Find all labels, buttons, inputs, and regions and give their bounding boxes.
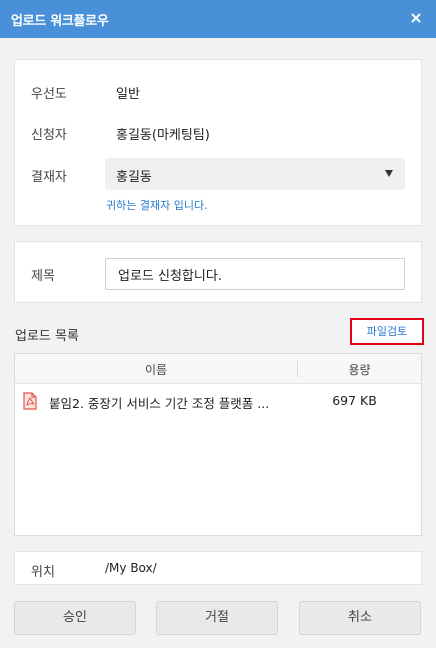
subject-label: 제목 [31, 269, 55, 284]
approve-button[interactable]: 승인 [14, 601, 136, 635]
column-header-size[interactable]: 용량 [298, 361, 421, 378]
upload-file-table: 이름 용량 붙임2. 중장기 서비스 기간 조정 플랫폼 ... 697 KB [14, 353, 422, 536]
location-panel: 위치 /My Box/ [14, 551, 422, 585]
cancel-button[interactable]: 취소 [299, 601, 421, 635]
pdf-file-icon [23, 392, 37, 410]
close-icon[interactable] [406, 8, 426, 28]
chevron-down-icon [385, 170, 393, 177]
priority-label: 우선도 [31, 87, 67, 102]
window-title: 업로드 워크플로우 [11, 14, 109, 29]
file-size: 697 KB [332, 393, 377, 408]
priority-value: 일반 [116, 87, 140, 102]
applicant-label: 신청자 [31, 128, 67, 143]
file-check-button[interactable]: 파일검토 [350, 318, 424, 345]
location-label: 위치 [31, 565, 55, 580]
table-row[interactable]: 붙임2. 중장기 서비스 기간 조정 플랫폼 ... 697 KB [15, 385, 421, 417]
file-name: 붙임2. 중장기 서비스 기간 조정 플랫폼 ... [49, 396, 270, 411]
approver-select-value: 홍길동 [116, 170, 152, 185]
location-value: /My Box/ [105, 561, 157, 575]
approver-select[interactable]: 홍길동 [105, 158, 405, 190]
table-header: 이름 용량 [15, 354, 421, 384]
approver-hint: 귀하는 결재자 입니다. [106, 199, 208, 212]
upload-list-title: 업로드 목록 [15, 329, 79, 344]
subject-input[interactable] [105, 258, 405, 290]
column-header-name[interactable]: 이름 [15, 361, 297, 378]
window-titlebar: 업로드 워크플로우 [0, 0, 436, 38]
approval-info-panel [14, 59, 422, 226]
subject-panel: 제목 [14, 241, 422, 303]
applicant-value: 홍길동(마케팅팀) [116, 128, 210, 143]
reject-button[interactable]: 거절 [156, 601, 278, 635]
approver-label: 결재자 [31, 170, 67, 185]
